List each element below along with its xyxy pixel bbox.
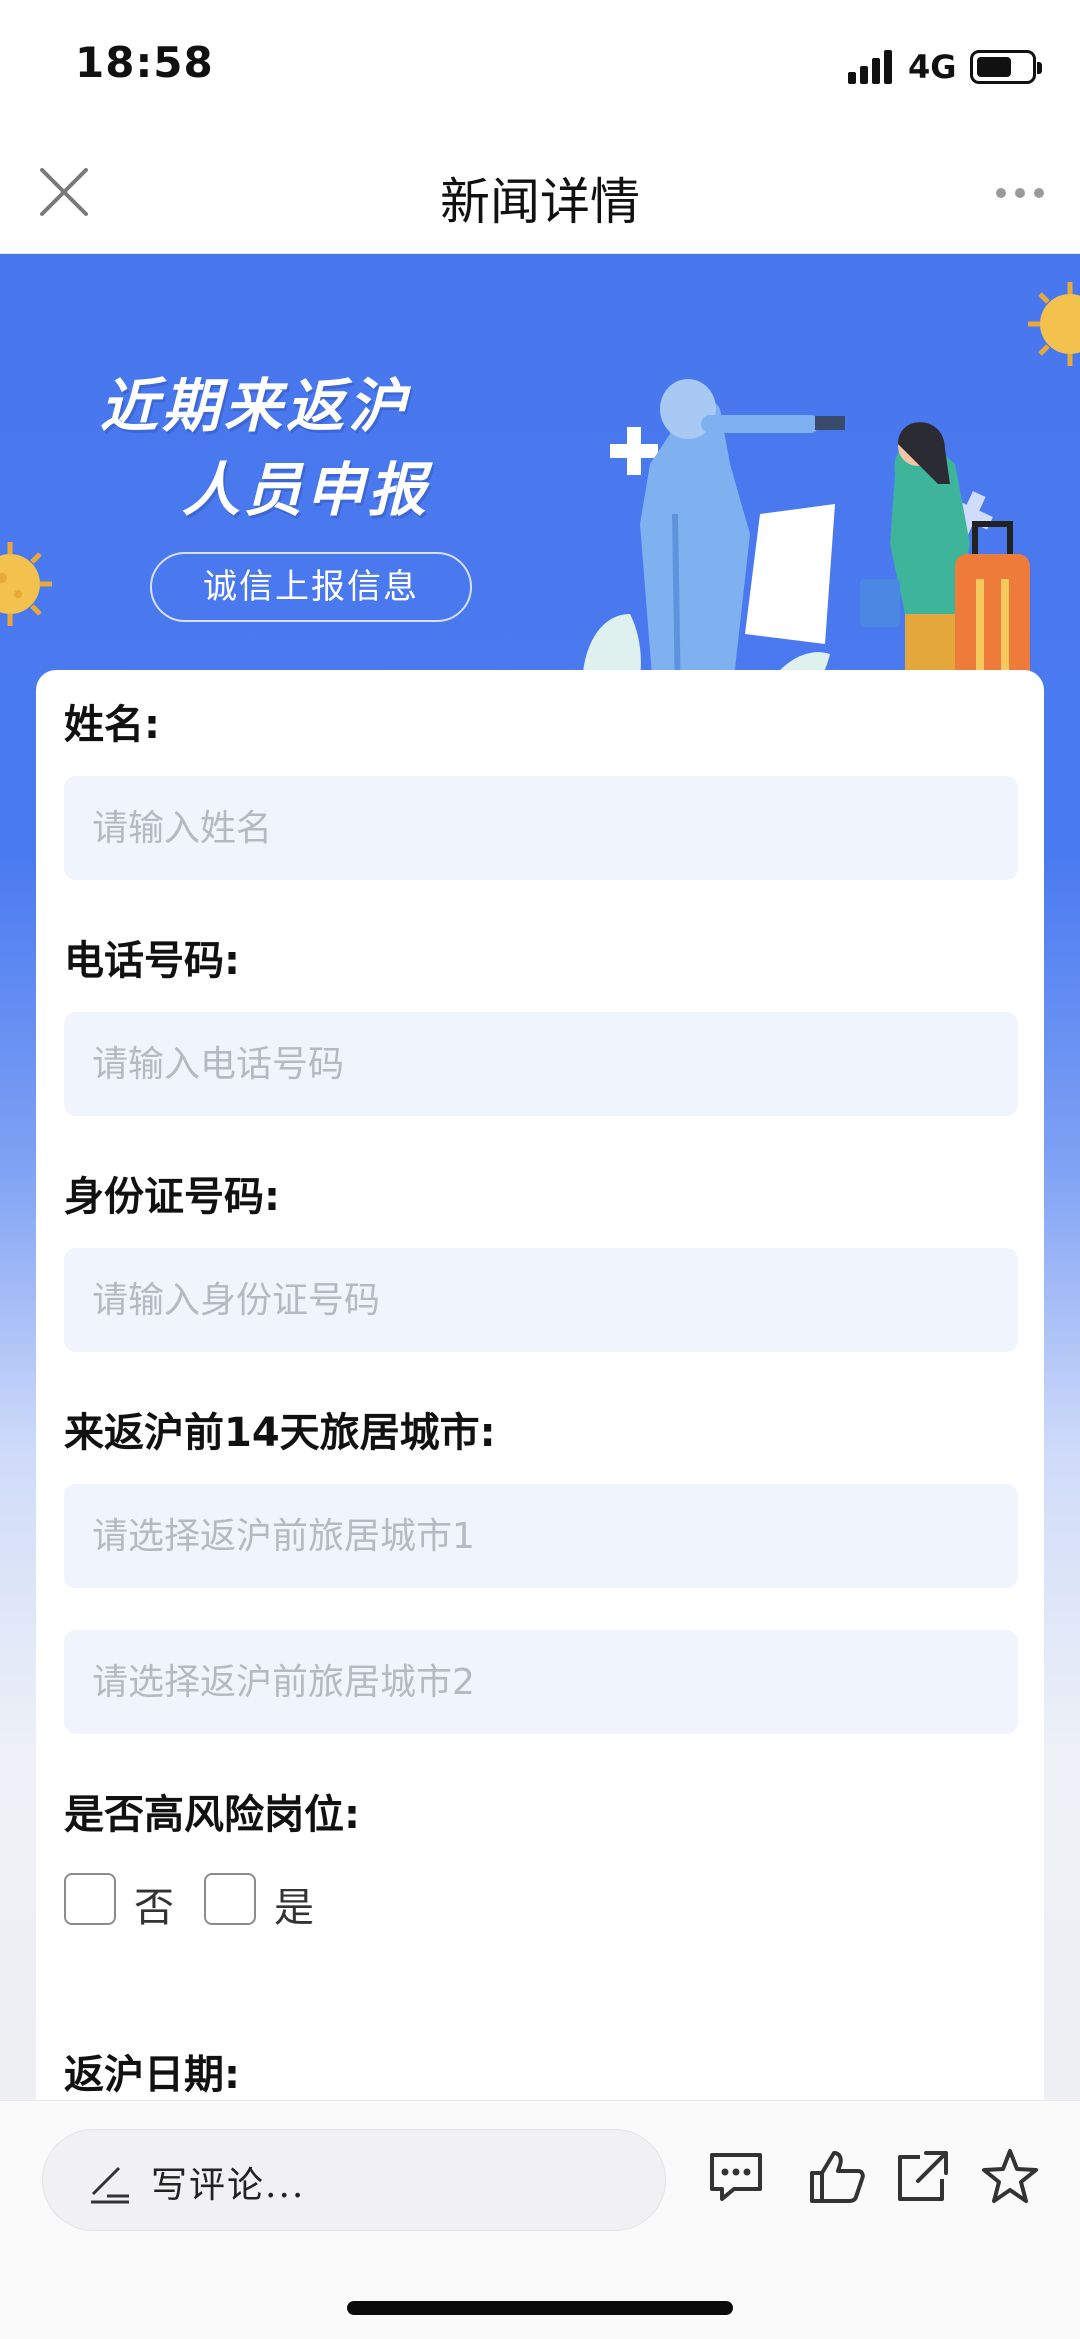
star-icon[interactable]: [978, 2145, 1042, 2209]
status-time: 18:58: [75, 38, 214, 87]
return-date-label: 返沪日期:: [64, 2052, 240, 2098]
nav-bar: 新闻详情: [0, 130, 1080, 254]
more-button[interactable]: [990, 174, 1050, 210]
share-icon[interactable]: [890, 2145, 954, 2209]
city-select-1[interactable]: [64, 1484, 1018, 1588]
status-bar: 18:58 4G: [0, 0, 1080, 130]
phone-input[interactable]: [64, 1012, 1018, 1116]
phone-label: 电话号码:: [64, 938, 240, 984]
report-form: 姓名: 电话号码: 身份证号码: 来返沪前14天旅居城市: 是否高风险岗位: 否…: [36, 670, 1044, 2100]
comment-placeholder: 写评论...: [151, 2165, 306, 2206]
checkbox-yes[interactable]: [204, 1873, 256, 1925]
banner-title: 近期来返沪 人员申报: [100, 364, 430, 532]
high-risk-label: 是否高风险岗位:: [64, 1792, 360, 1838]
banner-pill: 诚信上报信息: [150, 552, 472, 622]
battery-icon: [970, 50, 1042, 84]
id-number-input[interactable]: [64, 1248, 1018, 1352]
city-select-2[interactable]: [64, 1630, 1018, 1734]
checkbox-no-label: 否: [134, 1885, 174, 1931]
cities-label: 来返沪前14天旅居城市:: [64, 1410, 496, 1456]
comment-icon[interactable]: [704, 2145, 768, 2209]
banner-title-line2: 人员申报: [182, 456, 431, 524]
comment-input[interactable]: 写评论...: [42, 2129, 666, 2231]
pen-icon: [91, 2166, 129, 2204]
name-label: 姓名:: [64, 702, 160, 748]
checkbox-yes-label: 是: [274, 1885, 314, 1931]
id-number-label: 身份证号码:: [64, 1174, 280, 1220]
like-icon[interactable]: [804, 2145, 868, 2209]
network-label: 4G: [908, 48, 957, 86]
signal-icon: [848, 50, 896, 84]
name-input[interactable]: [64, 776, 1018, 880]
home-indicator: [347, 2301, 733, 2315]
article-content[interactable]: 近期来返沪 人员申报 诚信上报信息 姓名: 电话号码:: [0, 254, 1080, 2100]
checkbox-no[interactable]: [64, 1873, 116, 1925]
page-title: 新闻详情: [440, 173, 640, 231]
banner-title-line1: 近期来返沪: [100, 372, 411, 440]
virus-icon: [0, 542, 52, 626]
